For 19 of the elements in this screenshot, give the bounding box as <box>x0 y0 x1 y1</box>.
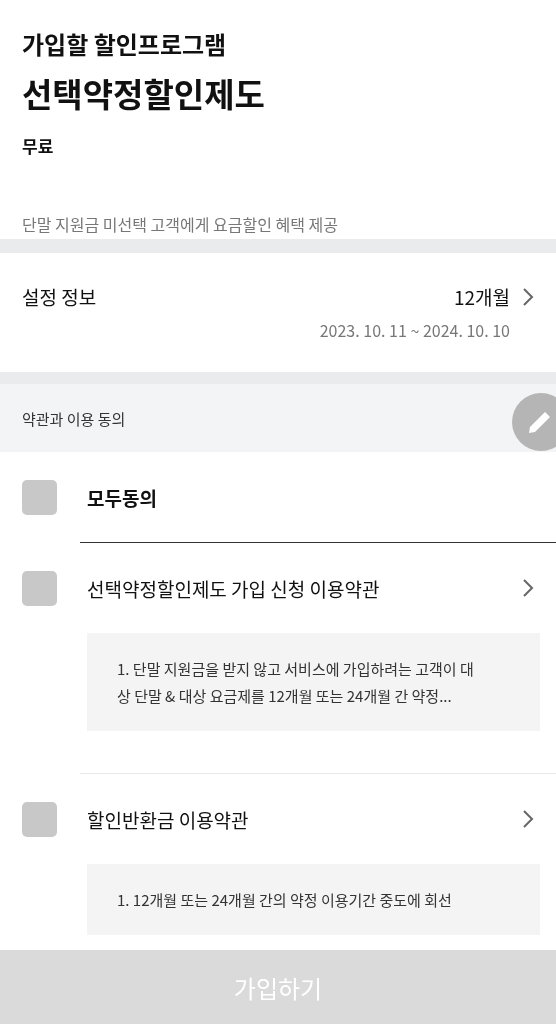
chevron-right-icon <box>522 809 534 829</box>
agree-all-label: 모두동의 <box>87 483 158 511</box>
checkbox[interactable] <box>22 801 57 837</box>
section-title: 가입할 할인프로그램 <box>22 26 228 61</box>
terms-label[interactable]: 선택약정할인제도 가입 신청 이용약관 <box>87 574 492 602</box>
terms-preview: 1. 12개월 또는 24개월 간의 약정 이용기간 중도에 회선 <box>87 864 540 935</box>
terms-preview: 1. 단말 지원금을 받지 않고 서비스에 가입하려는 고객이 대상 단말 & 대상 요금제를 12개월 또는 24개월 간 약정... <box>87 633 540 731</box>
chevron-right-icon <box>522 578 534 598</box>
checkbox[interactable] <box>22 479 57 515</box>
program-description: 단말 지원금 미선택 고객에게 요금할인 혜택 제공 <box>22 212 339 236</box>
program-title: 선택약정할인제도 <box>22 69 266 117</box>
settings-label: 설정 정보 <box>22 283 97 312</box>
checkbox[interactable] <box>22 570 57 606</box>
period-value[interactable]: 12개월 <box>453 283 510 310</box>
date-range: 2023. 10. 11 ~ 2024. 10. 10 <box>319 318 510 342</box>
chevron-right-icon <box>522 286 534 307</box>
section-header: 약관과 이용 동의 <box>0 384 556 452</box>
price-label: 무료 <box>22 133 55 158</box>
terms-label[interactable]: 할인반환금 이용약관 <box>87 805 492 833</box>
